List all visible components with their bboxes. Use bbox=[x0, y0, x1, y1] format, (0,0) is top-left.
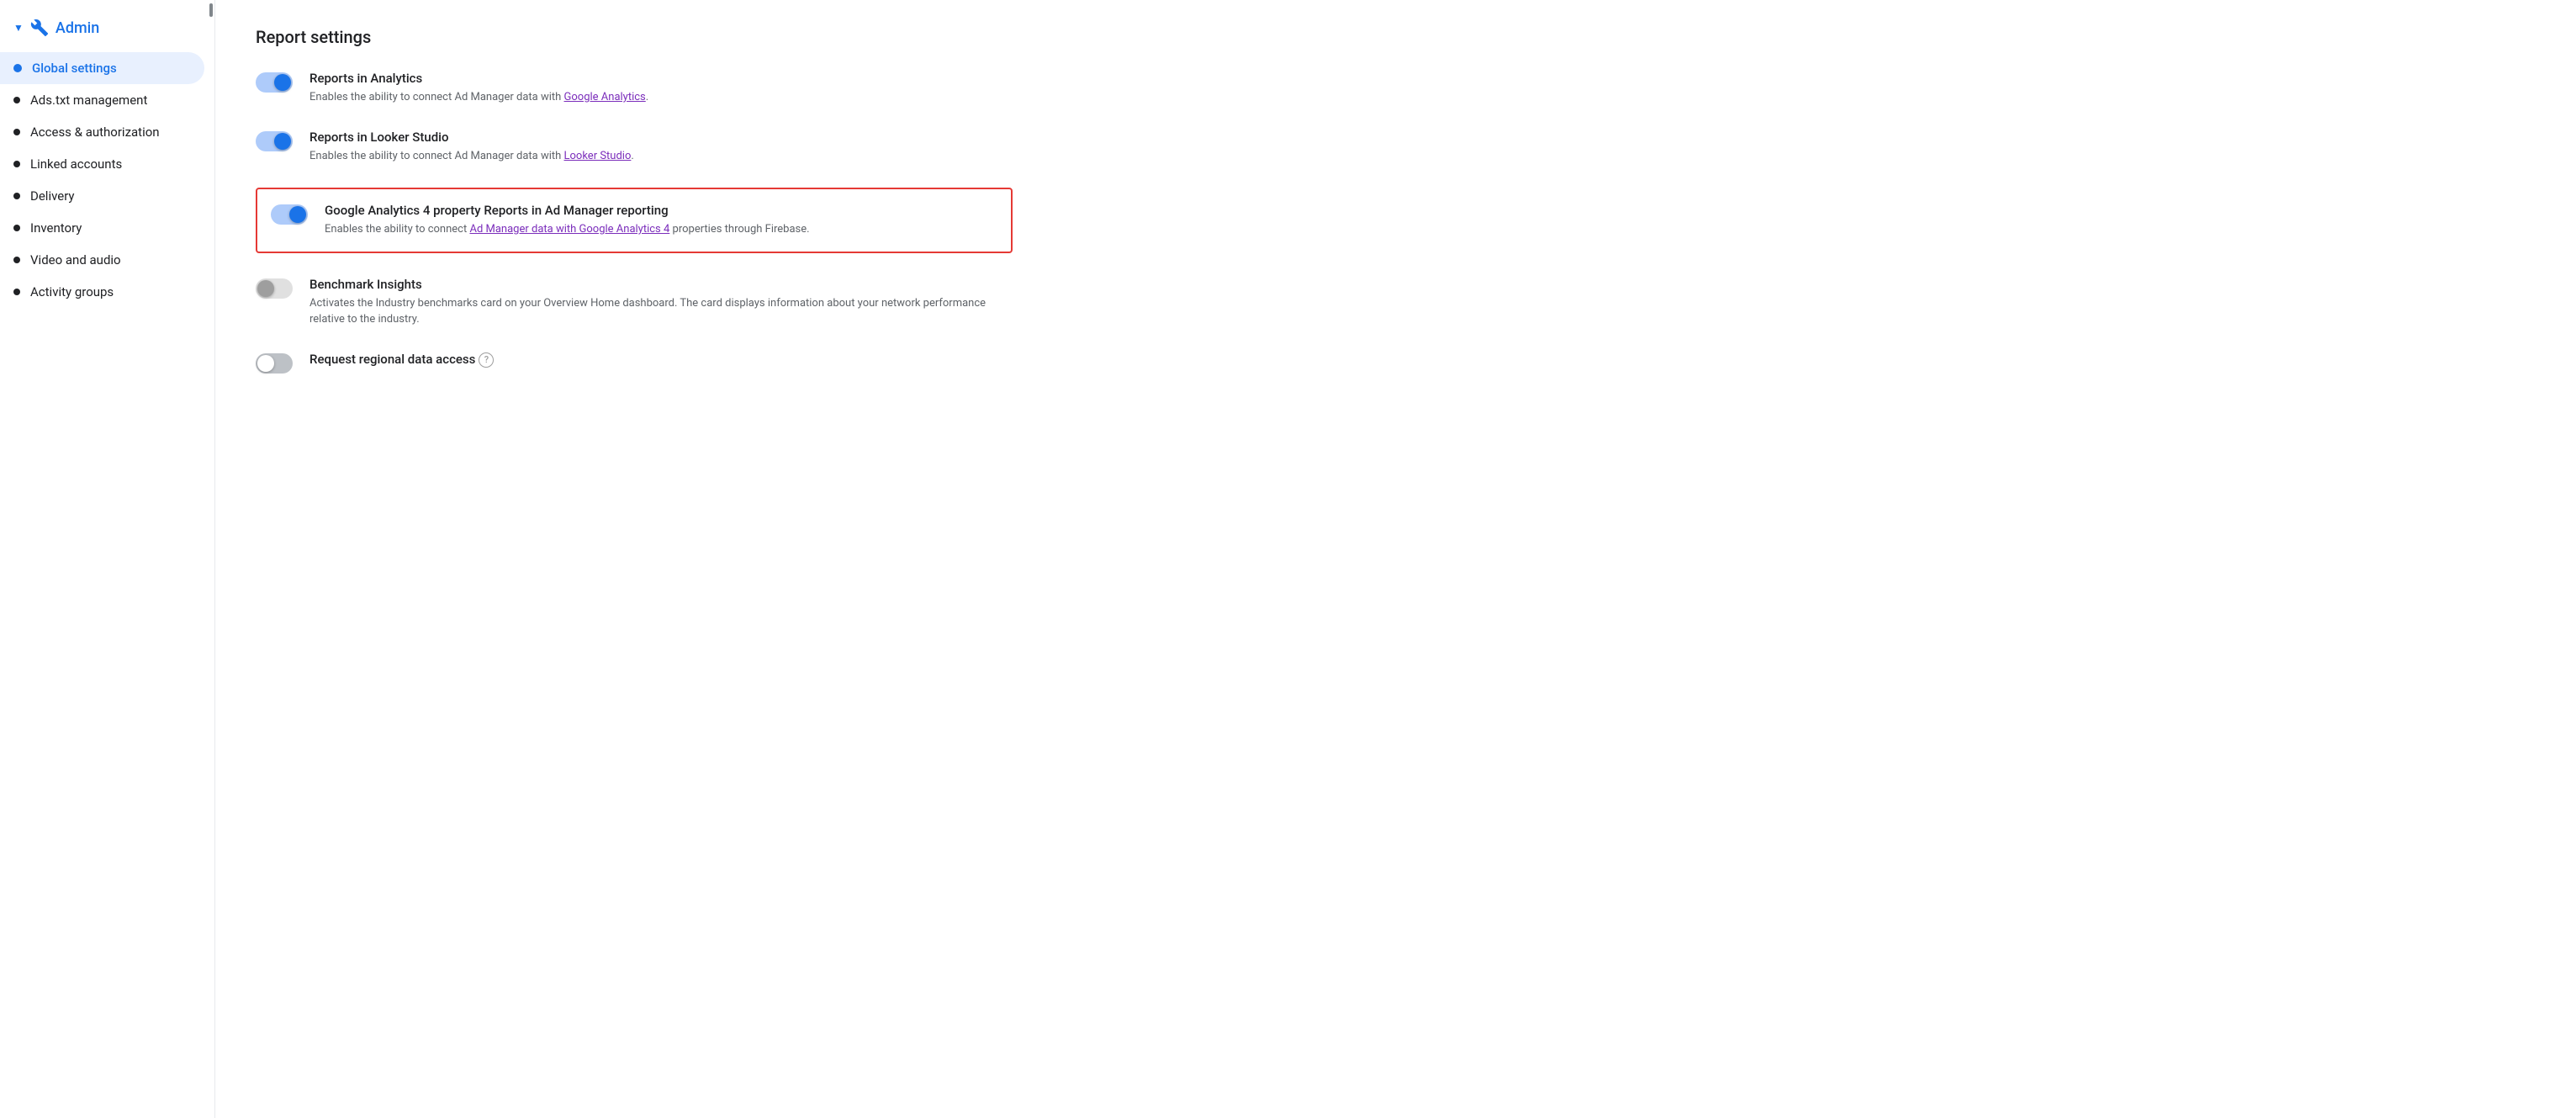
toggle-thumb bbox=[289, 206, 306, 223]
setting-title-reports-looker: Reports in Looker Studio bbox=[309, 130, 1013, 145]
sidebar-item-inventory[interactable]: Inventory bbox=[0, 212, 204, 244]
sidebar-item-label: Delivery bbox=[30, 188, 75, 204]
toggle-benchmark-insights[interactable] bbox=[256, 278, 293, 299]
sidebar-item-global-settings[interactable]: Global settings bbox=[0, 52, 204, 84]
admin-header[interactable]: ▼ Admin bbox=[0, 10, 214, 52]
toggle-track bbox=[256, 353, 293, 374]
nav-dot-icon bbox=[13, 289, 20, 295]
setting-row-benchmark-insights: Benchmark Insights Activates the Industry… bbox=[256, 277, 1013, 328]
toggle-track bbox=[256, 72, 293, 93]
setting-title-benchmark-insights: Benchmark Insights bbox=[309, 277, 1013, 292]
sidebar-item-ads-txt[interactable]: Ads.txt management bbox=[0, 84, 204, 116]
sidebar-item-label: Linked accounts bbox=[30, 156, 122, 172]
setting-row-ga4-reports: Google Analytics 4 property Reports in A… bbox=[256, 188, 1013, 253]
nav-dot-icon bbox=[13, 225, 20, 231]
sidebar-item-label: Global settings bbox=[32, 61, 117, 76]
toggle-regional-data[interactable] bbox=[256, 353, 293, 374]
setting-desc-reports-analytics: Enables the ability to connect Ad Manage… bbox=[309, 89, 1013, 106]
setting-row-regional-data: Request regional data access? bbox=[256, 352, 1013, 374]
toggle-reports-looker[interactable] bbox=[256, 131, 293, 151]
sidebar: ▼ Admin Global settings Ads.txt managemen… bbox=[0, 0, 215, 1118]
toggle-track bbox=[256, 131, 293, 151]
settings-list: Reports in Analytics Enables the ability … bbox=[256, 71, 2536, 374]
nav-dot-icon bbox=[13, 193, 20, 199]
setting-row-reports-analytics: Reports in Analytics Enables the ability … bbox=[256, 71, 1013, 106]
toggle-thumb bbox=[274, 133, 291, 150]
sidebar-item-delivery[interactable]: Delivery bbox=[0, 180, 204, 212]
sidebar-nav: Global settings Ads.txt management Access … bbox=[0, 52, 214, 308]
sidebar-item-video-audio[interactable]: Video and audio bbox=[0, 244, 204, 276]
setting-title-reports-analytics: Reports in Analytics bbox=[309, 71, 1013, 86]
toggle-thumb bbox=[274, 74, 291, 91]
chevron-icon: ▼ bbox=[13, 22, 24, 34]
wrench-icon bbox=[30, 19, 49, 37]
help-icon[interactable]: ? bbox=[479, 352, 494, 368]
setting-content-benchmark-insights: Benchmark Insights Activates the Industry… bbox=[309, 277, 1013, 328]
setting-link-ga4-reports[interactable]: Ad Manager data with Google Analytics 4 bbox=[469, 223, 669, 236]
toggle-ga4-reports[interactable] bbox=[271, 204, 308, 225]
nav-dot-icon bbox=[13, 129, 20, 135]
setting-link-reports-looker[interactable]: Looker Studio bbox=[564, 150, 632, 162]
setting-content-regional-data: Request regional data access? bbox=[309, 352, 1013, 371]
section-title: Report settings bbox=[256, 27, 2536, 47]
sidebar-item-label: Ads.txt management bbox=[30, 93, 147, 108]
nav-dot-icon bbox=[13, 161, 20, 167]
toggle-reports-analytics[interactable] bbox=[256, 72, 293, 93]
sidebar-item-label: Video and audio bbox=[30, 252, 121, 268]
setting-content-reports-analytics: Reports in Analytics Enables the ability … bbox=[309, 71, 1013, 106]
setting-title-regional-data: Request regional data access? bbox=[309, 352, 1013, 368]
toggle-track bbox=[271, 204, 308, 225]
setting-content-reports-looker: Reports in Looker Studio Enables the abil… bbox=[309, 130, 1013, 165]
setting-link-reports-analytics[interactable]: Google Analytics bbox=[564, 91, 646, 103]
toggle-thumb bbox=[257, 355, 274, 372]
setting-desc-benchmark-insights: Activates the Industry benchmarks card o… bbox=[309, 295, 1013, 328]
scroll-indicator bbox=[209, 3, 213, 17]
setting-content-ga4-reports: Google Analytics 4 property Reports in A… bbox=[325, 203, 997, 238]
setting-desc-reports-looker: Enables the ability to connect Ad Manage… bbox=[309, 148, 1013, 165]
sidebar-item-label: Activity groups bbox=[30, 284, 114, 299]
setting-row-reports-looker: Reports in Looker Studio Enables the abil… bbox=[256, 130, 1013, 165]
setting-title-ga4-reports: Google Analytics 4 property Reports in A… bbox=[325, 203, 997, 218]
toggle-track bbox=[256, 278, 293, 299]
nav-dot-icon bbox=[13, 97, 20, 103]
setting-desc-ga4-reports: Enables the ability to connect Ad Manage… bbox=[325, 221, 997, 238]
sidebar-item-activity-groups[interactable]: Activity groups bbox=[0, 276, 204, 308]
nav-dot-icon bbox=[13, 257, 20, 263]
nav-dot-icon bbox=[13, 64, 22, 72]
main-content: Report settings Reports in Analytics Enab… bbox=[215, 0, 2576, 1118]
sidebar-item-linked-accounts[interactable]: Linked accounts bbox=[0, 148, 204, 180]
sidebar-item-label: Access & authorization bbox=[30, 125, 160, 140]
admin-label: Admin bbox=[56, 19, 99, 37]
sidebar-item-label: Inventory bbox=[30, 220, 82, 236]
toggle-thumb bbox=[257, 280, 274, 297]
sidebar-item-access-authorization[interactable]: Access & authorization bbox=[0, 116, 204, 148]
